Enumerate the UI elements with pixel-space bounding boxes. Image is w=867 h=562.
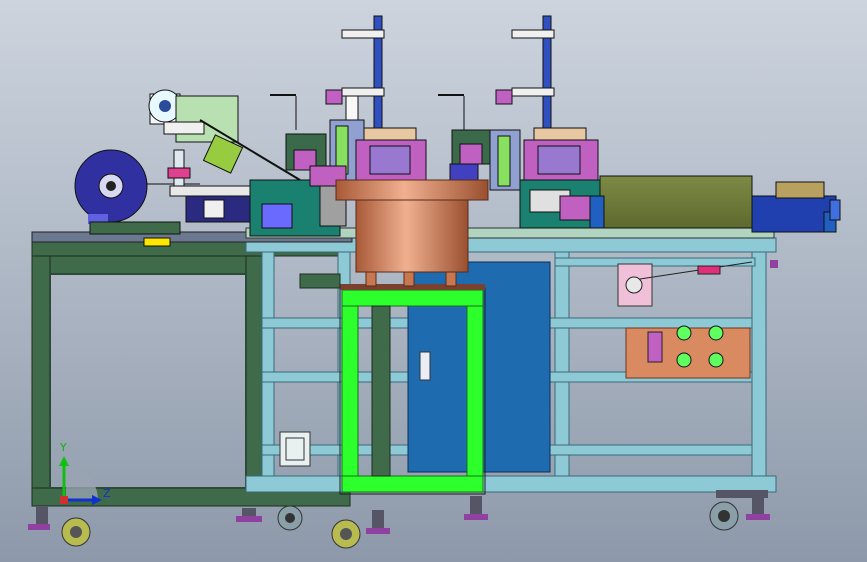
control-panel-plate <box>625 325 751 379</box>
left-frame-mid-post <box>245 255 263 507</box>
vibratory-bowl <box>335 179 489 287</box>
assembly-drawing <box>0 0 867 562</box>
left-frame-inner-bar <box>49 255 247 275</box>
olive-housing <box>599 175 753 229</box>
pulley <box>625 276 643 294</box>
switch-box <box>279 431 311 467</box>
y-axis-label: Y <box>60 441 67 454</box>
output-conveyor <box>589 175 841 233</box>
cabinet-handle <box>419 351 431 381</box>
left-frame-left-post <box>31 255 51 507</box>
z-axis-label: Z <box>103 487 111 500</box>
cad-viewport[interactable]: Y Z <box>0 0 867 562</box>
